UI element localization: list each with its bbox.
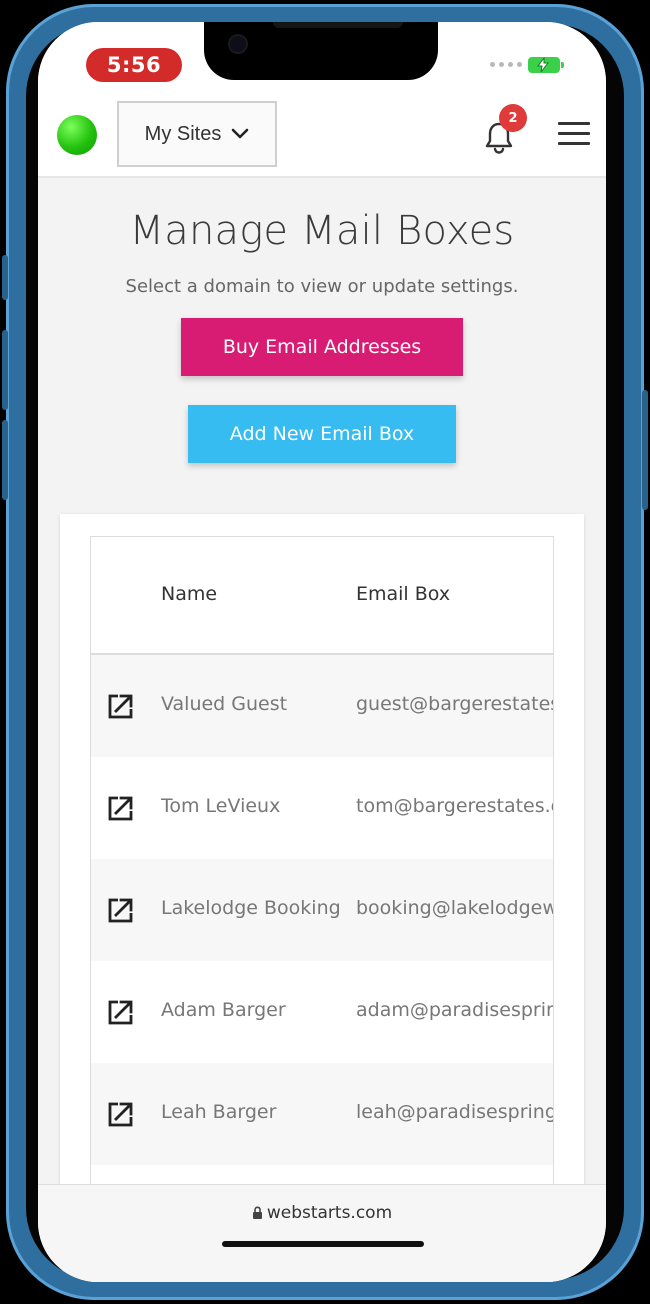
- table-row[interactable]: Valued Guest guest@bargerestates.: [91, 655, 553, 757]
- row-email: adam@paradisespring: [356, 999, 554, 1021]
- row-name: Tom LeVieux: [161, 795, 281, 817]
- speaker-grille: [273, 22, 403, 28]
- row-name: Adam Barger: [161, 999, 286, 1021]
- notification-badge[interactable]: 2: [499, 104, 527, 132]
- phone-screen: 5:56 My Sites 2 Manage Mail Boxes Select…: [38, 22, 606, 1282]
- side-button-left: [2, 330, 8, 410]
- app-header: My Sites 2: [38, 100, 606, 178]
- table-row[interactable]: Leah Barger leah@paradisespringw: [91, 1063, 553, 1165]
- hamburger-menu-icon[interactable]: [558, 122, 590, 152]
- column-header-name: Name: [161, 583, 218, 605]
- external-edit-icon[interactable]: [105, 998, 135, 1028]
- logo-dot-icon[interactable]: [57, 115, 97, 155]
- table-body: Valued Guest guest@bargerestates. Tom Le…: [91, 655, 553, 1267]
- table-row[interactable]: Lakelodge Booking booking@lakelodgewe: [91, 859, 553, 961]
- row-email: leah@paradisespringw: [356, 1101, 554, 1123]
- status-time: 5:56: [86, 48, 182, 82]
- side-button-right: [642, 390, 648, 510]
- mailbox-card: Name Email Box Valued Guest guest@barger…: [60, 514, 584, 1282]
- table-header: Name Email Box: [91, 537, 553, 655]
- signal-icon: [490, 62, 522, 67]
- add-new-email-box-button[interactable]: Add New Email Box: [188, 405, 456, 463]
- front-camera: [230, 36, 246, 52]
- page-subtitle: Select a domain to view or update settin…: [125, 276, 519, 297]
- external-edit-icon[interactable]: [105, 794, 135, 824]
- url-text: webstarts.com: [266, 1203, 393, 1223]
- battery-icon: [528, 57, 564, 73]
- home-indicator[interactable]: [222, 1241, 424, 1247]
- row-name: Valued Guest: [161, 693, 288, 715]
- table-row[interactable]: Tom LeVieux tom@bargerestates.c: [91, 757, 553, 859]
- buy-email-addresses-button[interactable]: Buy Email Addresses: [181, 318, 463, 376]
- side-button-left: [2, 420, 8, 500]
- external-edit-icon[interactable]: [105, 692, 135, 722]
- page-title: Manage Mail Boxes: [129, 208, 515, 254]
- column-header-email: Email Box: [356, 583, 451, 605]
- url-display[interactable]: webstarts.com: [38, 1203, 606, 1223]
- external-edit-icon[interactable]: [105, 1100, 135, 1130]
- row-name: Lakelodge Booking: [161, 897, 341, 919]
- row-name: Leah Barger: [161, 1101, 277, 1123]
- browser-address-bar[interactable]: webstarts.com: [38, 1184, 606, 1282]
- my-sites-dropdown[interactable]: My Sites: [117, 101, 277, 167]
- row-email: tom@bargerestates.c: [356, 795, 554, 817]
- external-edit-icon[interactable]: [105, 896, 135, 926]
- my-sites-label: My Sites: [144, 122, 222, 145]
- side-button-left: [2, 255, 8, 300]
- lock-icon: [252, 1206, 262, 1219]
- row-email: booking@lakelodgewe: [356, 897, 554, 919]
- table-row[interactable]: Adam Barger adam@paradisespring: [91, 961, 553, 1063]
- chevron-down-icon: [232, 128, 249, 139]
- row-email: guest@bargerestates.: [356, 693, 554, 715]
- mailbox-table[interactable]: Name Email Box Valued Guest guest@barger…: [90, 536, 554, 1282]
